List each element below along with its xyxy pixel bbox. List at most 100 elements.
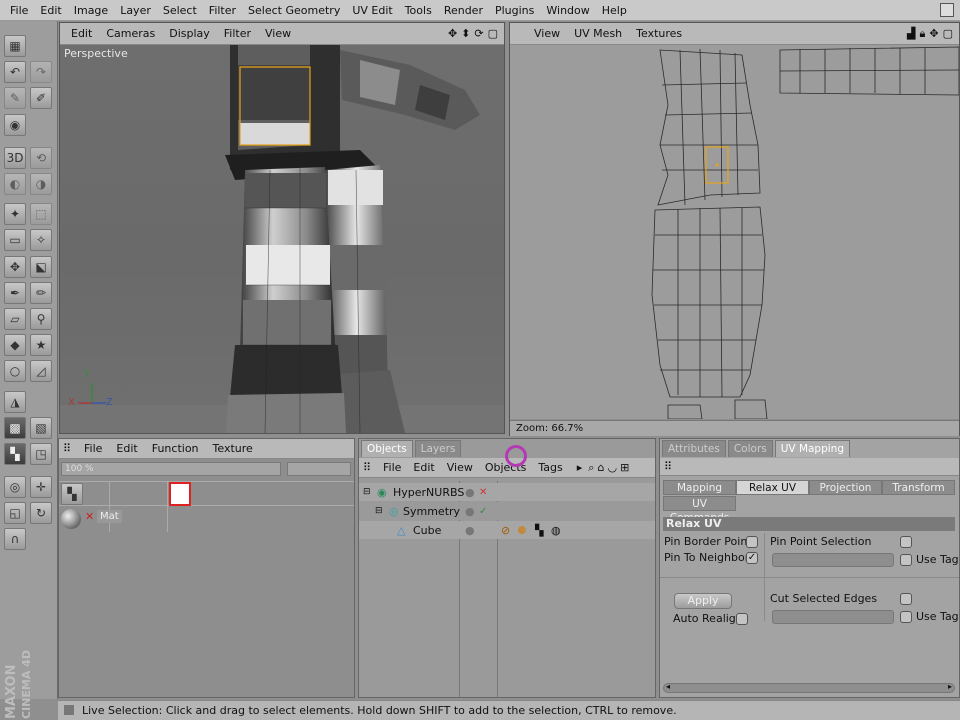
magic-wand-icon[interactable]: ✦ <box>4 203 26 225</box>
orbit-icon[interactable]: ⟳ <box>474 27 483 40</box>
scroll-left-icon[interactable]: ◂ <box>666 682 670 691</box>
scale-tool-icon[interactable]: ◱ <box>4 502 26 524</box>
menu-window[interactable]: Window <box>540 4 595 17</box>
brush-icon[interactable]: ✐ <box>30 87 52 109</box>
uvw-tag-icon[interactable]: ▚ <box>535 524 543 537</box>
viewport-menu-view[interactable]: View <box>258 27 298 40</box>
zoom-slider[interactable]: 100 % <box>61 462 281 476</box>
rectangle-selection-icon[interactable]: ▭ <box>4 229 26 251</box>
pan-icon[interactable]: ✥ <box>929 27 938 41</box>
polygon-selection-icon[interactable]: ⬚ <box>30 203 52 225</box>
viewport-menu-filter[interactable]: Filter <box>217 27 258 40</box>
menu-render[interactable]: Render <box>438 4 489 17</box>
transform-icon[interactable]: ⬕ <box>30 256 52 278</box>
tab-uv-mapping[interactable]: UV Mapping <box>774 440 851 457</box>
freehand-selection-icon[interactable]: ✧ <box>30 229 52 251</box>
uv-menu-view[interactable]: View <box>514 27 567 40</box>
texture-layer-icon[interactable]: ▚ <box>61 483 83 505</box>
enabled-check-icon[interactable]: ✓ <box>479 506 487 517</box>
subtab-projection[interactable]: Projection <box>809 480 882 495</box>
uv-menu-textures[interactable]: Textures <box>629 27 689 40</box>
menu-filter[interactable]: Filter <box>203 4 242 17</box>
viewport-menu-cameras[interactable]: Cameras <box>99 27 162 40</box>
menu-tools[interactable]: Tools <box>399 4 438 17</box>
material-menu-file[interactable]: File <box>77 442 109 455</box>
eye-icon[interactable]: ◡ <box>607 461 617 474</box>
uv-menu-uv-mesh[interactable]: UV Mesh <box>567 27 629 40</box>
subtab-uv-commands[interactable]: UV Commands <box>663 496 736 524</box>
menu-select-geometry[interactable]: Select Geometry <box>242 4 346 17</box>
undo-icon[interactable]: ↶ <box>4 61 26 83</box>
menu-file[interactable]: File <box>4 4 34 17</box>
circle-shape-icon[interactable]: ○ <box>4 360 26 382</box>
visibility-dot-icon[interactable]: ● <box>465 486 475 499</box>
material-name[interactable]: Mat <box>97 510 122 523</box>
move-tool-icon[interactable]: ✛ <box>30 476 52 498</box>
maximize-view-icon[interactable]: ▢ <box>943 27 953 41</box>
scroll-right-icon[interactable]: ▸ <box>948 682 952 691</box>
render-icon[interactable]: ◉ <box>4 114 26 136</box>
pin-point-selection-field[interactable] <box>772 553 894 567</box>
object-menu-file[interactable]: File <box>377 461 407 474</box>
layer-dropdown[interactable] <box>287 462 351 476</box>
visibility-dot-icon[interactable]: ● <box>465 505 475 518</box>
histogram-icon[interactable]: ▟ <box>907 27 915 41</box>
collapse-icon[interactable]: ⊟ <box>363 487 371 497</box>
list-item-symmetry[interactable]: ⊟ ◎ Symmetry ● ✓ <box>359 502 655 520</box>
lock-icon[interactable]: 🔒︎ <box>920 27 926 41</box>
magnet-icon[interactable]: ∩ <box>4 528 26 550</box>
uv-mesh-icon[interactable]: ▧ <box>30 417 52 439</box>
layout-icon[interactable]: ▦ <box>4 35 26 57</box>
object-name[interactable]: Symmetry <box>403 505 460 518</box>
arrow-right-icon[interactable]: ▸ <box>577 461 583 474</box>
apply-button[interactable]: Apply <box>674 593 732 609</box>
use-tag-checkbox-1[interactable] <box>900 554 912 566</box>
eraser-icon[interactable]: ▱ <box>4 308 26 330</box>
search-icon[interactable]: ⌕ <box>588 461 594 475</box>
paint-mode-icon[interactable]: ✎ <box>4 87 26 109</box>
fill-icon[interactable]: ◆ <box>4 334 26 356</box>
3d-paint-icon[interactable]: 3D <box>4 147 26 169</box>
uv-points-icon[interactable]: ◮ <box>4 391 26 413</box>
tab-attributes[interactable]: Attributes <box>662 440 726 457</box>
maximize-view-icon[interactable]: ▢ <box>488 27 498 40</box>
pin-border-points-checkbox[interactable] <box>746 536 758 548</box>
object-name[interactable]: Cube <box>413 524 441 537</box>
use-tag-checkbox-2[interactable] <box>900 611 912 623</box>
material-menu-texture[interactable]: Texture <box>206 442 260 455</box>
material-menu-edit[interactable]: Edit <box>109 442 144 455</box>
list-item-hypernurbs[interactable]: ⊟ ◉ HyperNURBS ● ✕ <box>359 483 655 501</box>
viewport-menu-display[interactable]: Display <box>162 27 217 40</box>
pin-to-neighbors-checkbox[interactable]: ✓ <box>746 552 758 564</box>
tab-objects[interactable]: Objects <box>361 440 413 457</box>
object-menu-tags[interactable]: Tags <box>532 461 568 474</box>
dolly-icon[interactable]: ⬍ <box>461 27 470 40</box>
menu-edit[interactable]: Edit <box>34 4 67 17</box>
channel-icon[interactable]: ◐ <box>4 173 26 195</box>
cut-selected-edges-field[interactable] <box>772 610 894 624</box>
home-icon[interactable]: ⌂ <box>597 461 604 474</box>
material-menu-function[interactable]: Function <box>145 442 206 455</box>
subtab-mapping[interactable]: Mapping <box>663 480 736 495</box>
projection-paint-icon[interactable]: ⟲ <box>30 147 52 169</box>
compositing-tag-icon[interactable]: ⊘ <box>501 524 510 537</box>
menu-layer[interactable]: Layer <box>114 4 157 17</box>
subtab-relax-uv[interactable]: Relax UV <box>736 480 809 495</box>
live-selection-icon[interactable]: ◎ <box>4 476 26 498</box>
disabled-icon[interactable]: ✕ <box>479 487 487 498</box>
channel-b-icon[interactable]: ◑ <box>30 173 52 195</box>
menu-uv-edit[interactable]: UV Edit <box>346 4 398 17</box>
visibility-dot-icon[interactable]: ● <box>465 524 475 537</box>
menu-plugins[interactable]: Plugins <box>489 4 540 17</box>
object-name[interactable]: HyperNURBS <box>393 486 464 499</box>
subtab-transform[interactable]: Transform <box>882 480 955 495</box>
collapse-icon[interactable]: ⊟ <box>375 506 383 516</box>
tab-colors[interactable]: Colors <box>727 440 773 457</box>
eyedropper-icon[interactable]: ⚲ <box>30 308 52 330</box>
menu-image[interactable]: Image <box>68 4 114 17</box>
move-icon[interactable]: ✥ <box>4 256 26 278</box>
texture-view-icon[interactable]: ◳ <box>30 443 52 465</box>
auto-realign-checkbox[interactable] <box>736 613 748 625</box>
texture-preview-icon[interactable] <box>169 482 191 506</box>
pin-point-selection-checkbox[interactable] <box>900 536 912 548</box>
